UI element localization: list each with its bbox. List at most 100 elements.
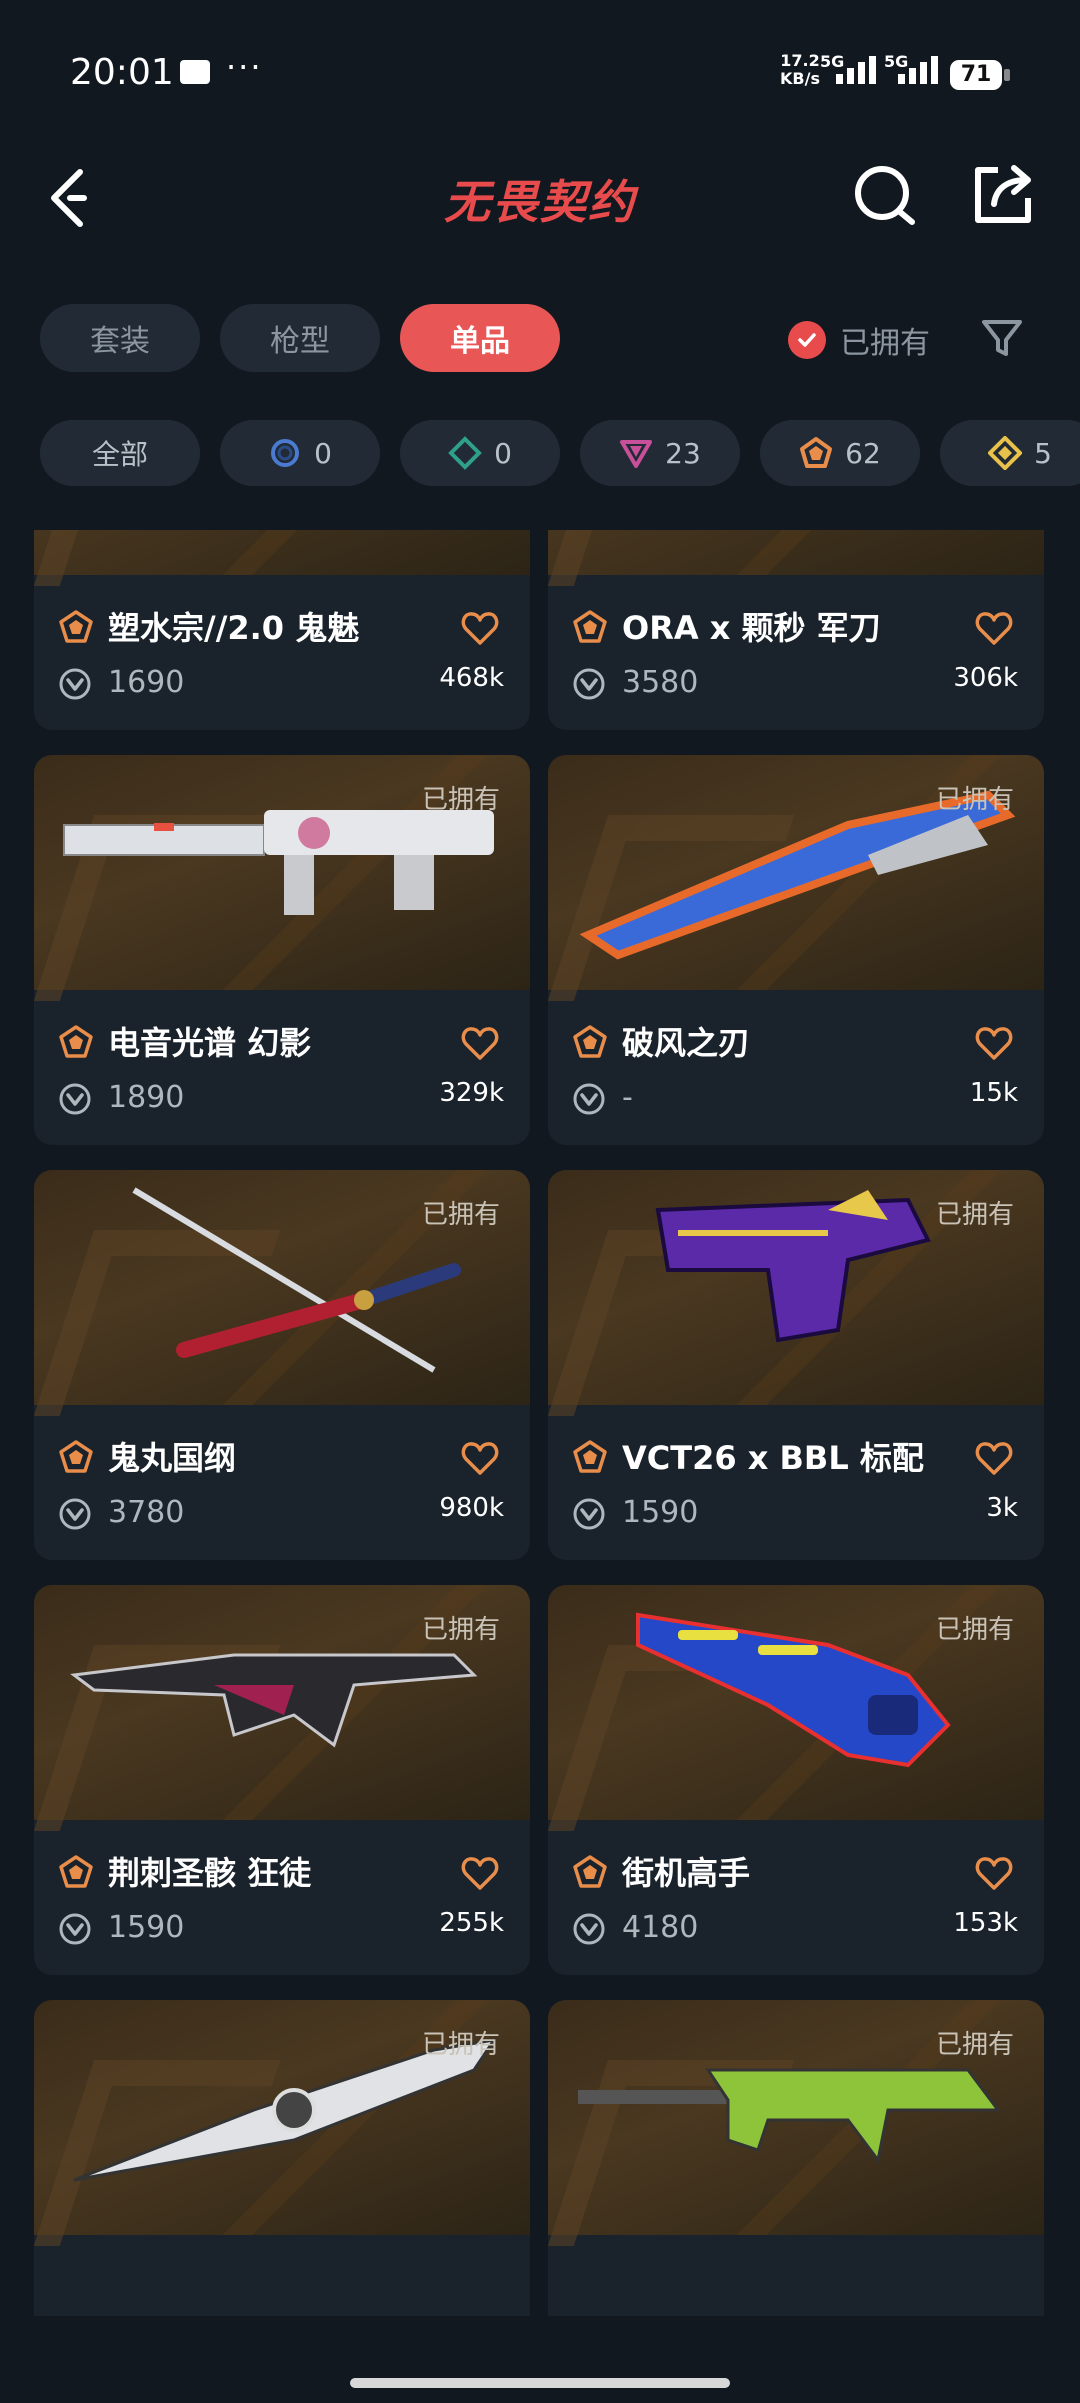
owned-badge: 已拥有: [421, 2030, 500, 2060]
clock: 20:01: [70, 52, 174, 93]
tier-chip-deluxe[interactable]: 0: [400, 420, 560, 486]
tier-chip-ultra[interactable]: 5: [940, 420, 1080, 486]
owned-filter-label: 已拥有: [840, 326, 930, 361]
item-info: VCT26 x BBL 标配 1590 3k: [548, 1405, 1044, 1560]
item-card[interactable]: ORA x 颗秒 军刀 3580 306k: [548, 530, 1044, 730]
valorant-points-icon: [572, 1912, 606, 1946]
exclusive-tier-icon: [572, 1024, 608, 1060]
owned-badge: 已拥有: [421, 785, 500, 815]
item-card[interactable]: 已拥有街机高手 4180 153k: [548, 1585, 1044, 1975]
exclusive-tier-icon: [58, 1439, 94, 1475]
owned-badge: 已拥有: [421, 1615, 500, 1645]
exclusive-tier-icon: [58, 1854, 94, 1890]
home-indicator[interactable]: [350, 2378, 730, 2388]
valorant-points-icon: [58, 1912, 92, 1946]
tier-filter-chips: 全部 0 0 23 62 5: [40, 420, 1080, 486]
exclusive-tier-icon: [58, 1024, 94, 1060]
heart-icon[interactable]: [974, 1854, 1014, 1894]
category-tabs: 套装 枪型 单品: [40, 304, 560, 372]
tier-chip-all[interactable]: 全部: [40, 420, 200, 486]
cell-signal-2-icon: [898, 56, 938, 84]
owned-badge: 已拥有: [935, 785, 1014, 815]
network-speed: 17.2 KB/s: [780, 51, 820, 88]
tier-chip-select[interactable]: 0: [220, 420, 380, 486]
deluxe-tier-icon: [448, 436, 482, 470]
ultra-tier-icon: [988, 436, 1023, 470]
heart-icon[interactable]: [974, 1439, 1014, 1479]
item-price: 3580: [622, 665, 699, 700]
item-card[interactable]: 已拥有: [34, 2000, 530, 2316]
exclusive-tier-icon: [58, 609, 94, 645]
item-card[interactable]: 已拥有 VCT26 x BBL 标配 1590 3k: [548, 1170, 1044, 1560]
app-header: 无畏契约: [0, 140, 1080, 250]
like-count: 15k: [969, 1078, 1018, 1108]
item-info: ORA x 颗秒 军刀 3580 306k: [548, 575, 1044, 730]
item-price: 4180: [622, 1910, 699, 1945]
message-notification-icon: [180, 60, 210, 84]
tab-weapon-types[interactable]: 枪型: [220, 304, 380, 372]
owned-badge: 已拥有: [935, 1615, 1014, 1645]
owned-badge: 已拥有: [935, 1200, 1014, 1230]
item-card[interactable]: 已拥有: [548, 2000, 1044, 2316]
heart-icon[interactable]: [460, 609, 500, 649]
valorant-points-icon: [58, 1082, 92, 1116]
cell-signal-icon: [836, 56, 876, 84]
tier-chip-premium[interactable]: 23: [580, 420, 740, 486]
item-price: 3780: [108, 1495, 185, 1530]
owned-filter-toggle[interactable]: 已拥有: [788, 318, 930, 362]
item-info: 街机高手 4180 153k: [548, 1820, 1044, 1975]
filter-funnel-icon[interactable]: [978, 314, 1026, 362]
item-price: 1690: [108, 665, 185, 700]
like-count: 153k: [953, 1908, 1018, 1938]
owned-badge: 已拥有: [421, 1200, 500, 1230]
valorant-points-icon: [572, 1082, 606, 1116]
item-info: 塑水宗//2.0 鬼魅 1690 468k: [34, 575, 530, 730]
item-card[interactable]: 塑水宗//2.0 鬼魅 1690 468k: [34, 530, 530, 730]
item-price: 1590: [622, 1495, 699, 1530]
share-icon[interactable]: [968, 160, 1038, 230]
like-count: 980k: [439, 1493, 504, 1523]
item-card[interactable]: 已拥有电音光谱 幻影 1890 329k: [34, 755, 530, 1145]
item-price: -: [622, 1080, 633, 1115]
item-card[interactable]: 已拥有破风之刃 - 15k: [548, 755, 1044, 1145]
weapon-image: [548, 530, 1044, 575]
heart-icon[interactable]: [460, 1439, 500, 1479]
item-name: 荆刺圣骸 狂徒: [108, 1854, 312, 1892]
item-name: 街机高手: [622, 1854, 751, 1892]
like-count: 306k: [953, 663, 1018, 693]
checkmark-icon: [788, 321, 826, 359]
exclusive-tier-icon: [572, 609, 608, 645]
heart-icon[interactable]: [460, 1024, 500, 1064]
item-name: 塑水宗//2.0 鬼魅: [108, 609, 360, 647]
premium-tier-icon: [620, 440, 653, 468]
item-card[interactable]: 已拥有荆刺圣骸 狂徒 1590 255k: [34, 1585, 530, 1975]
tab-single-items[interactable]: 单品: [400, 304, 560, 372]
item-info: 鬼丸国纲 3780 980k: [34, 1405, 530, 1560]
heart-icon[interactable]: [460, 1854, 500, 1894]
tier-chip-exclusive[interactable]: 62: [760, 420, 920, 486]
search-icon[interactable]: [850, 160, 920, 230]
select-tier-icon: [271, 439, 300, 467]
item-name: 鬼丸国纲: [108, 1439, 237, 1477]
like-count: 329k: [439, 1078, 504, 1108]
valorant-points-icon: [58, 1497, 92, 1531]
item-info: 破风之刃 - 15k: [548, 990, 1044, 1145]
item-name: VCT26 x BBL 标配: [622, 1439, 924, 1477]
tab-bundles[interactable]: 套装: [40, 304, 200, 372]
heart-icon[interactable]: [974, 1024, 1014, 1064]
item-grid: 塑水宗//2.0 鬼魅 1690 468k ORA x 颗秒 军刀 3580 306k 已拥…: [34, 530, 1046, 2316]
item-info: 电音光谱 幻影 1890 329k: [34, 990, 530, 1145]
item-info: 荆刺圣骸 狂徒 1590 255k: [34, 1820, 530, 1975]
heart-icon[interactable]: [974, 609, 1014, 649]
more-notifications-icon: ···: [226, 48, 263, 86]
exclusive-tier-icon: [800, 437, 833, 468]
valorant-points-icon: [572, 1497, 606, 1531]
like-count: 468k: [439, 663, 504, 693]
item-card[interactable]: 已拥有鬼丸国纲 3780 980k: [34, 1170, 530, 1560]
item-name: 破风之刃: [622, 1024, 751, 1062]
item-name: 电音光谱 幻影: [108, 1024, 312, 1062]
owned-badge: 已拥有: [935, 2030, 1014, 2060]
valorant-points-icon: [572, 667, 606, 701]
weapon-image: [34, 530, 530, 575]
battery-icon: 71: [950, 60, 1010, 90]
